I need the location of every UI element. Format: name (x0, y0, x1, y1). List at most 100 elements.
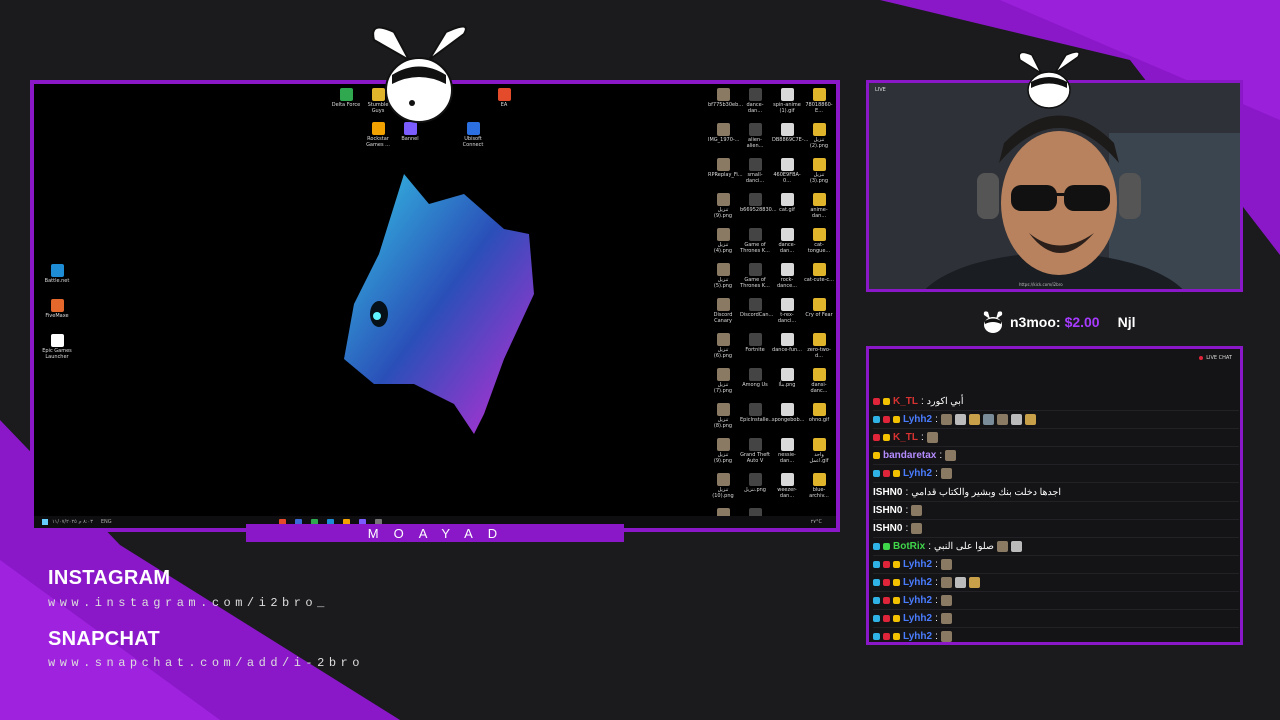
chat-username[interactable]: ISHN0 (873, 523, 902, 534)
chat-emote-icon (1024, 414, 1036, 426)
desktop-file-icon[interactable]: t-rex-danci... (772, 298, 802, 324)
desktop-file-icon[interactable]: Grand Theft Auto V (740, 438, 770, 464)
chat-username[interactable]: ISHN0 (873, 505, 902, 516)
chat-badge-icon (883, 542, 890, 550)
file-icon (812, 88, 826, 101)
desktop-file-icon[interactable]: rock-dance... (772, 263, 802, 289)
start-button[interactable] (42, 519, 48, 525)
chat-emote-icon (945, 450, 957, 462)
desktop-file-icon[interactable]: 78018860-E... (804, 88, 834, 114)
desktop-file-icon[interactable]: blue-archiv... (804, 473, 834, 499)
chat-username[interactable]: ISHN0 (873, 487, 902, 498)
chat-badge-icon (873, 542, 880, 550)
desktop-file-icon[interactable]: بنأا.png (772, 368, 802, 389)
chat-username[interactable]: Lyhh2 (903, 595, 932, 606)
chat-username[interactable]: Lyhh2 (903, 468, 932, 479)
chat-username[interactable]: Lyhh2 (903, 631, 932, 642)
chat-username[interactable]: Lyhh2 (903, 613, 932, 624)
desktop-file-icon[interactable]: Fortnite (740, 333, 770, 354)
desktop-file-icon[interactable]: DB8869C7E-... (772, 123, 808, 144)
live-dot-icon (1199, 356, 1204, 360)
chat-message: Lyhh2: (873, 574, 1239, 593)
desktop-file-icon[interactable]: تنزيل (5).png (708, 263, 738, 289)
desktop-file-icon[interactable]: dance-dan... (740, 88, 770, 114)
chat-username[interactable]: bandaretax (883, 450, 936, 461)
chat-username[interactable]: BotRix (893, 541, 925, 552)
desktop-file-icon[interactable]: تنزيل (3).png (804, 158, 834, 184)
desktop-file-icon[interactable]: nessie-dan... (772, 438, 802, 464)
desktop-icon-label: DB8869C7E-... (772, 137, 809, 143)
desktop-file-icon[interactable]: weezer-dan... (772, 473, 802, 499)
desktop-file-icon[interactable]: تنزيل.png (740, 473, 770, 494)
chat-emote-icon (940, 595, 952, 607)
desktop-icon-label: EA (500, 102, 508, 108)
desktop-icon[interactable]: Epic Games Launcher (42, 334, 72, 360)
desktop-file-icon[interactable]: cat.gif (772, 193, 802, 214)
chat-username[interactable]: K_TL (893, 432, 918, 443)
chat-username[interactable]: Lyhh2 (903, 414, 932, 425)
desktop-icon-label: Among Us (742, 382, 768, 388)
desktop-file-icon[interactable]: واحد اعمل.gif (804, 438, 834, 464)
desktop-file-icon[interactable]: IMG_1970-... (708, 123, 739, 144)
desktop-icon-label: weezer-dan... (777, 487, 797, 499)
desktop-file-icon[interactable]: spongebob... (772, 403, 804, 424)
desktop-file-icon[interactable]: تنزيل (4).png (708, 228, 738, 254)
desktop-file-icon[interactable]: b669528830... (740, 193, 777, 214)
file-icon (748, 368, 762, 381)
chat-badge-icon (883, 434, 890, 442)
desktop-icon-label: Battle.net (44, 278, 70, 284)
desktop-icon[interactable]: Battle.net (42, 264, 72, 285)
desktop-file-icon[interactable]: spin-anime (1).gif (772, 88, 802, 114)
taskbar-language[interactable]: ENG (101, 519, 112, 525)
desktop-file-icon[interactable]: DiscordCan... (740, 298, 773, 319)
chat-badge-icon (873, 633, 880, 641)
desktop-file-icon[interactable]: Discord Canary (708, 298, 738, 324)
desktop-file-icon[interactable]: alien-alien... (740, 123, 770, 149)
file-icon (812, 473, 826, 486)
file-icon (780, 158, 794, 171)
desktop-icon[interactable]: Delta Force (331, 88, 361, 109)
desktop-icon-label: small-danci... (745, 172, 765, 184)
desktop-file-icon[interactable]: تنزيل (9).png (708, 193, 738, 219)
desktop-file-icon[interactable]: small-danci... (740, 158, 770, 184)
desktop-file-icon[interactable]: 460E9FBA-0... (772, 158, 802, 184)
chat-badge-icon (883, 470, 890, 478)
chat-message: ISHN0: اجدها دخلت بنك وبشير والكتاب قدامي (873, 483, 1239, 502)
desktop-file-icon[interactable]: anime-dan... (804, 193, 834, 219)
desktop-file-icon[interactable]: cat-cute-c... (804, 263, 834, 284)
desktop-file-icon[interactable]: ohno.gif (804, 403, 834, 424)
desktop-file-icon[interactable]: Among Us (740, 368, 770, 389)
file-icon (748, 158, 762, 171)
desktop-file-icon[interactable]: تنزيل (6).png (708, 333, 738, 359)
desktop-icon[interactable]: EA (489, 88, 519, 109)
desktop-file-icon[interactable]: bf775b30eb... (708, 88, 743, 109)
desktop-file-icon[interactable]: تنزيل (10).png (708, 473, 738, 499)
desktop-icon-label: RPReplay_Fi... (708, 172, 743, 178)
desktop-file-icon[interactable]: cat-tongue... (804, 228, 834, 254)
file-icon (748, 298, 762, 311)
desktop-file-icon[interactable]: تنزيل (2).png (804, 123, 834, 149)
chat-username[interactable]: Lyhh2 (903, 577, 932, 588)
desktop-file-icon[interactable]: Game of Thrones K... (740, 228, 770, 254)
chat-badge-icon (873, 615, 880, 623)
desktop-file-icon[interactable]: Game of Thrones K... (740, 263, 770, 289)
desktop-file-icon[interactable]: EpicInstalle... (740, 403, 773, 424)
desktop-icon[interactable]: FiveMaxe (42, 299, 72, 320)
desktop-icon-label: تنزيل (10).png (712, 487, 734, 499)
desktop-file-icon[interactable]: تنزيل (7).png (708, 368, 738, 394)
desktop-file-icon[interactable]: zero-two-d... (804, 333, 834, 359)
desktop-file-icon[interactable]: dansi-danc... (804, 368, 834, 394)
desktop-file-icon[interactable]: تنزيل (8).png (708, 403, 738, 429)
chat-username[interactable]: Lyhh2 (903, 559, 932, 570)
file-icon (716, 368, 730, 381)
desktop-file-icon[interactable]: dance-fun... (772, 333, 802, 354)
desktop-icon-label: spin-anime (1).gif (773, 102, 801, 114)
desktop-icon-label: تنزيل (9).png (713, 452, 733, 464)
chat-badge-icon (873, 434, 880, 442)
desktop-file-icon[interactable]: Cry of Fear (804, 298, 834, 319)
desktop-file-icon[interactable]: dance-dan... (772, 228, 802, 254)
desktop-file-icon[interactable]: RPReplay_Fi... (708, 158, 743, 179)
file-icon (812, 368, 826, 381)
desktop-file-icon[interactable]: تنزيل (9).png (708, 438, 738, 464)
chat-username[interactable]: K_TL (893, 396, 918, 407)
